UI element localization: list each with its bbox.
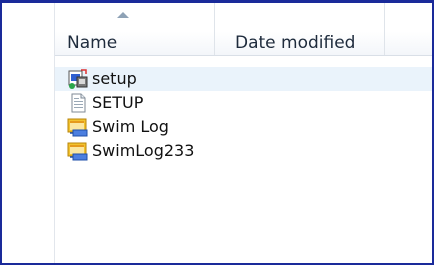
column-header-bar: Name Date modified	[55, 3, 432, 56]
column-header-name[interactable]: Name	[55, 3, 215, 55]
database-file-icon	[67, 118, 88, 137]
column-header-date-label: Date modified	[235, 33, 356, 53]
file-name: SwimLog233	[92, 141, 195, 160]
file-name: SETUP	[92, 93, 144, 112]
sort-ascending-icon	[117, 12, 129, 18]
file-row-swimlog233[interactable]: SwimLog233	[67, 139, 432, 163]
database-file-icon	[67, 142, 88, 161]
file-row-setup-exe[interactable]: setup	[55, 67, 432, 91]
file-name: setup	[92, 69, 137, 88]
file-row-setup-txt[interactable]: SETUP	[67, 91, 432, 115]
file-row-swim-log[interactable]: Swim Log	[67, 115, 432, 139]
text-file-icon	[71, 93, 86, 113]
installer-icon	[68, 69, 88, 89]
navigation-pane	[2, 3, 55, 263]
file-list-window: Name Date modified setup SETUP Swim Log …	[0, 0, 434, 265]
column-header-date-modified[interactable]: Date modified	[215, 3, 385, 55]
column-header-name-label: Name	[67, 33, 118, 53]
file-name: Swim Log	[92, 117, 169, 136]
